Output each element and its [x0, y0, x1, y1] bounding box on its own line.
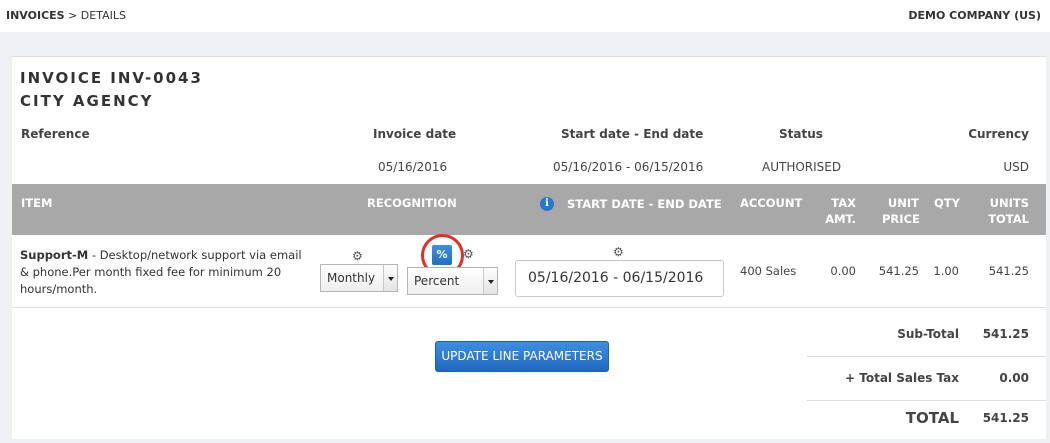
grand-total-label: TOTAL: [905, 409, 959, 427]
date-range-input[interactable]: 05/16/2016 - 06/15/2016: [515, 260, 724, 297]
gear-icon[interactable]: ⚙: [463, 248, 474, 260]
header-tax-line1: TAX: [831, 196, 856, 210]
account-cell: 400 Sales: [740, 264, 797, 278]
info-icon[interactable]: i: [540, 197, 554, 211]
header-account: ACCOUNT: [740, 196, 803, 210]
top-bar: INVOICES > DETAILS DEMO COMPANY (US): [0, 0, 1050, 30]
totals-divider: [807, 356, 1046, 357]
header-unit-line1: UNIT: [887, 196, 919, 210]
line-items-header: ITEM RECOGNITION i START DATE - END DATE…: [12, 184, 1046, 235]
unit-price-cell: 541.25: [878, 264, 919, 278]
header-unit-line2: PRICE: [882, 212, 920, 226]
tax-cell: 0.00: [830, 264, 856, 278]
method-select[interactable]: Percent: [407, 267, 498, 295]
currency-value: USD: [1003, 160, 1029, 174]
frequency-value: Monthly: [327, 271, 376, 285]
tax-total-label: + Total Sales Tax: [845, 371, 959, 385]
subtotal-value: 541.25: [982, 327, 1029, 341]
grand-total-value: 541.25: [982, 411, 1029, 425]
status-label: Status: [779, 127, 823, 141]
customer-name: CITY AGENCY: [20, 92, 154, 110]
period-value: 05/16/2016 - 06/15/2016: [553, 160, 704, 174]
breadcrumb-invoices[interactable]: INVOICES: [6, 9, 65, 22]
breadcrumb: INVOICES > DETAILS: [6, 9, 126, 22]
item-description: Support-M - Desktop/network support via …: [20, 247, 305, 298]
invoice-title: INVOICE INV-0043: [20, 69, 203, 87]
header-period: START DATE - END DATE: [567, 197, 722, 211]
invoice-card: INVOICE INV-0043 CITY AGENCY Reference I…: [12, 56, 1046, 439]
total-cell: 541.25: [988, 264, 1029, 278]
tax-total-value: 0.00: [999, 371, 1029, 385]
header-recognition: RECOGNITION: [367, 196, 457, 210]
header-units-line1: UNITS: [989, 196, 1029, 210]
percent-button[interactable]: %: [432, 245, 452, 265]
breadcrumb-separator: >: [68, 9, 78, 22]
header-qty: QTY: [934, 196, 960, 210]
header-tax: TAX AMT.: [820, 195, 856, 227]
company-name[interactable]: DEMO COMPANY (US): [908, 9, 1041, 22]
invoice-date-value: 05/16/2016: [378, 160, 448, 174]
header-tax-line2: AMT.: [825, 212, 856, 226]
chevron-down-icon[interactable]: [383, 265, 397, 291]
chevron-down-icon[interactable]: [483, 268, 497, 294]
currency-label: Currency: [968, 127, 1029, 141]
reference-label: Reference: [21, 127, 90, 141]
method-value: Percent: [414, 274, 460, 288]
totals-divider: [807, 400, 1046, 401]
frequency-select[interactable]: Monthly: [320, 264, 398, 292]
gear-icon[interactable]: ⚙: [352, 250, 363, 262]
status-value: AUTHORISED: [762, 160, 842, 174]
update-line-parameters-button[interactable]: UPDATE LINE PARAMETERS: [435, 341, 609, 372]
content-area: INVOICE INV-0043 CITY AGENCY Reference I…: [0, 32, 1050, 443]
invoice-date-label: Invoice date: [373, 127, 457, 141]
subtotal-label: Sub-Total: [897, 327, 959, 341]
header-units-line2: TOTAL: [988, 212, 1029, 226]
header-units-total: UNITS TOTAL: [982, 195, 1029, 227]
header-item: ITEM: [21, 196, 53, 210]
item-name: Support-M: [20, 248, 89, 262]
breadcrumb-details: DETAILS: [80, 9, 126, 22]
qty-cell: 1.00: [933, 264, 959, 278]
invoice-heading: INVOICE INV-0043 CITY AGENCY: [20, 67, 203, 113]
period-label: Start date - End date: [561, 127, 704, 141]
line-item-row: Support-M - Desktop/network support via …: [12, 234, 1046, 308]
gear-icon[interactable]: ⚙: [613, 246, 624, 258]
header-unit-price: UNIT PRICE: [882, 195, 920, 227]
